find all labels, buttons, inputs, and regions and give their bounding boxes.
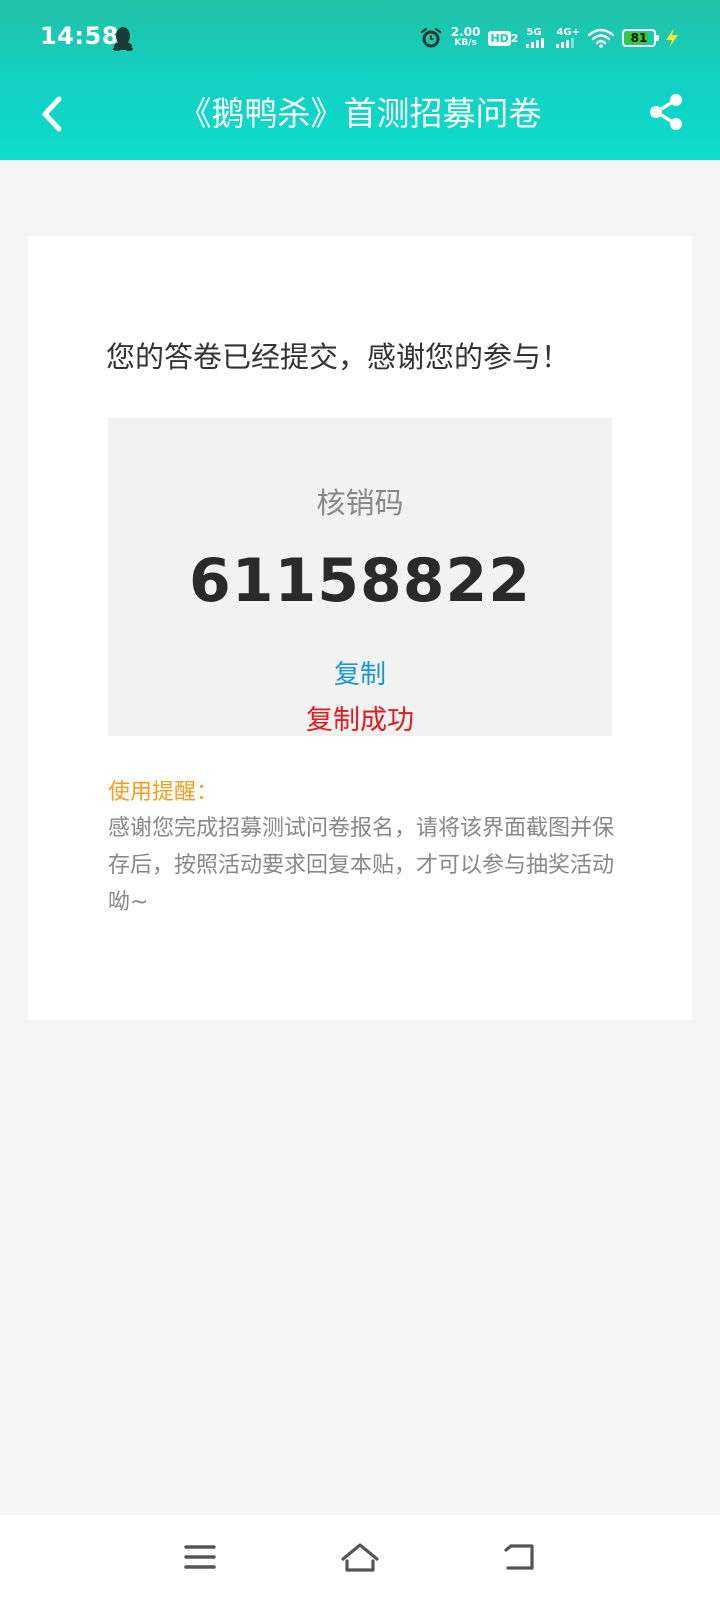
speed-value: 2.00 — [450, 25, 481, 39]
wifi-icon — [588, 28, 614, 48]
result-card: 您的答卷已经提交，感谢您的参与！ 核销码 61158822 复制 复制成功 使用… — [28, 236, 692, 1020]
home-icon — [341, 1543, 379, 1572]
page-title: 《鹅鸭杀》首测招募问卷 — [178, 94, 542, 133]
status-icons: 2.00 KB/s HD 2 5G 4G+ 81 — [419, 22, 680, 54]
hd-voice-icon: HD 2 — [488, 30, 519, 46]
code-value: 61158822 — [189, 546, 531, 616]
recent-apps-button[interactable] — [176, 1535, 224, 1579]
battery-icon: 81 — [622, 29, 659, 47]
back-arrow-icon — [504, 1544, 534, 1570]
alarm-icon — [419, 26, 443, 50]
tips-body: 感谢您完成招募测试问卷报名，请将该界面截图并保存后，按照活动要求回复本贴，才可以… — [108, 816, 615, 915]
menu-icon — [184, 1545, 216, 1569]
speed-unit: KB/s — [454, 38, 477, 48]
battery-percent: 81 — [630, 31, 648, 45]
share-icon — [650, 94, 682, 130]
system-navigation-bar — [0, 1515, 720, 1600]
share-button[interactable] — [642, 88, 690, 136]
status-time: 14:58 — [40, 22, 119, 50]
qq-penguin-icon — [112, 25, 134, 51]
copy-success-message: 复制成功 — [306, 705, 414, 736]
copy-button[interactable]: 复制 — [315, 654, 405, 691]
hd-sub: 2 — [510, 31, 519, 45]
status-bar: 14:58 2.00 KB/s HD 2 5G 4G+ 81 — [0, 0, 720, 76]
tips-heading: 使用提醒： — [108, 780, 219, 805]
code-label: 核销码 — [316, 486, 404, 520]
verification-code-box: 核销码 61158822 复制 复制成功 — [108, 418, 612, 736]
home-button[interactable] — [336, 1535, 384, 1579]
net2-label: 4G+ — [556, 27, 580, 38]
back-button[interactable] — [30, 90, 74, 138]
charging-icon — [664, 27, 680, 49]
hd-label: HD — [488, 30, 511, 46]
signal-5g-icon: 5G — [526, 28, 548, 48]
app-header: 14:58 2.00 KB/s HD 2 5G 4G+ 81 《鹅鸭杀》首测招募… — [0, 0, 720, 160]
net1-label: 5G — [526, 27, 542, 38]
navigation-bar: 《鹅鸭杀》首测招募问卷 — [0, 76, 720, 160]
signal-4g-icon: 4G+ — [556, 28, 580, 48]
system-back-button[interactable] — [496, 1535, 544, 1579]
chevron-left-icon — [42, 96, 62, 132]
submission-thanks-text: 您的答卷已经提交，感谢您的参与！ — [106, 340, 571, 374]
network-speed: 2.00 KB/s — [450, 25, 481, 49]
